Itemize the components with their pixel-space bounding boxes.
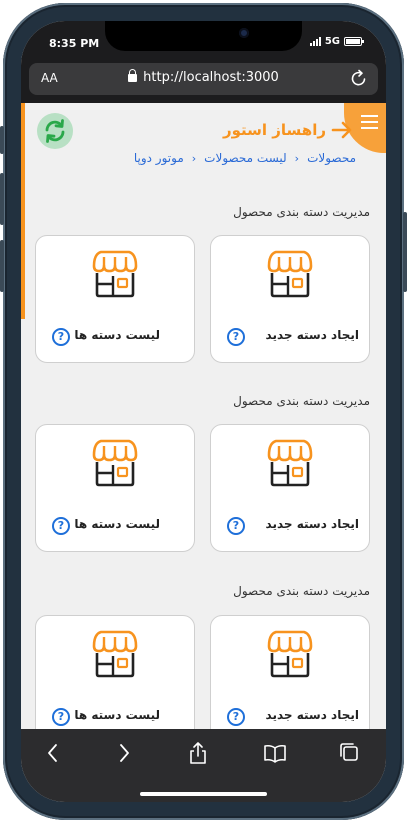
browser-toolbar bbox=[21, 729, 386, 802]
shop-icon bbox=[88, 248, 142, 300]
help-icon[interactable]: ? bbox=[52, 708, 70, 726]
card-label: ایجاد دسته جدید bbox=[265, 708, 359, 722]
status-indicators: 5G bbox=[309, 36, 364, 47]
help-icon[interactable]: ? bbox=[52, 328, 70, 346]
screen: 8:35 PM 5G AA http://localhost:3000 راهس… bbox=[21, 21, 386, 802]
create-category-card[interactable]: ایجاد دسته جدید ? bbox=[210, 615, 370, 729]
refresh-icon bbox=[45, 119, 65, 143]
tabs-icon[interactable] bbox=[338, 741, 362, 765]
page-content: راهساز استور محصولات ‹ لیست محصولات ‹ مو… bbox=[21, 103, 386, 729]
share-icon[interactable] bbox=[186, 741, 210, 765]
browser-address-area: AA http://localhost:3000 bbox=[21, 63, 386, 103]
url-display[interactable]: http://localhost:3000 bbox=[29, 69, 378, 85]
card-label: ایجاد دسته جدید bbox=[265, 328, 359, 342]
section-title: مدیریت دسته بندی محصول bbox=[233, 584, 370, 598]
shop-icon bbox=[263, 437, 317, 489]
shop-icon bbox=[263, 248, 317, 300]
address-bar[interactable]: AA http://localhost:3000 bbox=[29, 63, 378, 95]
reload-icon[interactable] bbox=[350, 68, 368, 88]
volume-down-button bbox=[0, 240, 4, 292]
sync-button[interactable] bbox=[37, 113, 73, 149]
brand-title[interactable]: راهساز استور bbox=[223, 121, 326, 139]
category-list-card[interactable]: لیست دسته ها ? bbox=[35, 615, 195, 729]
menu-icon-line bbox=[361, 127, 378, 129]
forward-icon[interactable] bbox=[112, 741, 136, 765]
create-category-card[interactable]: ایجاد دسته جدید ? bbox=[210, 424, 370, 552]
volume-up-button bbox=[0, 173, 4, 225]
arrow-right-icon[interactable] bbox=[330, 120, 354, 140]
breadcrumb-item-products[interactable]: محصولات bbox=[307, 151, 356, 165]
card-label: لیست دسته ها bbox=[74, 517, 160, 531]
power-button bbox=[403, 212, 407, 292]
card-label: لیست دسته ها bbox=[74, 708, 160, 722]
mute-switch bbox=[0, 126, 4, 154]
bookmarks-icon[interactable] bbox=[263, 741, 287, 765]
breadcrumb-item-product-list[interactable]: لیست محصولات bbox=[204, 151, 287, 165]
help-icon[interactable]: ? bbox=[227, 328, 245, 346]
url-text: http://localhost:3000 bbox=[143, 70, 279, 85]
breadcrumb: محصولات ‹ لیست محصولات ‹ موتور دوپا bbox=[134, 151, 356, 165]
app-header: راهساز استور محصولات ‹ لیست محصولات ‹ مو… bbox=[25, 103, 386, 191]
home-indicator bbox=[140, 792, 267, 796]
menu-icon-line bbox=[361, 121, 378, 123]
shop-icon bbox=[88, 628, 142, 680]
card-label: ایجاد دسته جدید bbox=[265, 517, 359, 531]
back-icon[interactable] bbox=[41, 741, 65, 765]
help-icon[interactable]: ? bbox=[52, 517, 70, 535]
section-title: مدیریت دسته بندی محصول bbox=[233, 394, 370, 408]
category-list-card[interactable]: لیست دسته ها ? bbox=[35, 235, 195, 363]
lock-icon bbox=[128, 69, 138, 82]
battery-icon bbox=[344, 37, 364, 46]
notch bbox=[105, 21, 302, 51]
chevron-left-icon: ‹ bbox=[294, 151, 300, 165]
menu-icon bbox=[361, 115, 378, 117]
card-label: لیست دسته ها bbox=[74, 328, 160, 342]
shop-icon bbox=[263, 628, 317, 680]
status-bar: 8:35 PM 5G bbox=[21, 21, 386, 63]
signal-icon bbox=[309, 37, 321, 46]
help-icon[interactable]: ? bbox=[227, 517, 245, 535]
category-list-card[interactable]: لیست دسته ها ? bbox=[35, 424, 195, 552]
status-time: 8:35 PM bbox=[49, 37, 100, 50]
shop-icon bbox=[88, 437, 142, 489]
camera bbox=[239, 28, 249, 38]
network-type: 5G bbox=[324, 36, 340, 47]
create-category-card[interactable]: ایجاد دسته جدید ? bbox=[210, 235, 370, 363]
help-icon[interactable]: ? bbox=[227, 708, 245, 726]
section-title: مدیریت دسته بندی محصول bbox=[233, 205, 370, 219]
chevron-left-icon: ‹ bbox=[191, 151, 197, 165]
breadcrumb-item-current[interactable]: موتور دوپا bbox=[134, 151, 184, 165]
